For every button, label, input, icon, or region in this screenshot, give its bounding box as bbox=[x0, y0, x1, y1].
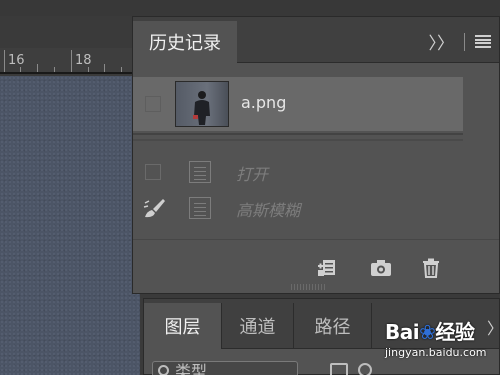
history-state-row[interactable]: 高斯模糊 bbox=[133, 191, 463, 225]
ruler-tick bbox=[104, 64, 105, 72]
history-source-checkbox[interactable] bbox=[145, 96, 161, 112]
panel-controls: 〉〉 bbox=[429, 29, 491, 54]
tab-channels[interactable]: 通道 bbox=[222, 303, 294, 349]
divider bbox=[133, 133, 463, 135]
ruler-label: 16 bbox=[8, 53, 25, 68]
horizontal-ruler[interactable]: 16 18 bbox=[0, 48, 140, 74]
camera-snapshot-icon bbox=[371, 260, 391, 276]
search-icon bbox=[158, 365, 169, 375]
ruler-tick bbox=[121, 67, 122, 72]
application-bar bbox=[0, 0, 500, 16]
adjustment-filter-icon[interactable] bbox=[358, 363, 372, 375]
document-canvas[interactable] bbox=[0, 76, 140, 375]
history-state-row[interactable]: 打开 bbox=[133, 155, 463, 189]
layer-filter-select[interactable]: 类型 bbox=[152, 361, 298, 375]
document-icon bbox=[189, 161, 211, 183]
ruler-label: 18 bbox=[75, 53, 92, 68]
photo-thumbnail bbox=[175, 81, 229, 127]
ruler-tick bbox=[20, 67, 21, 72]
panel-resize-grip[interactable] bbox=[291, 284, 325, 290]
history-source-checkbox[interactable] bbox=[145, 164, 161, 180]
trash-icon bbox=[423, 258, 439, 278]
history-brush-icon[interactable] bbox=[143, 197, 167, 219]
history-state-label: 打开 bbox=[236, 165, 269, 184]
ruler-tick bbox=[4, 50, 5, 72]
history-snapshot-row[interactable]: a.png bbox=[133, 77, 463, 131]
new-document-from-state-icon bbox=[318, 260, 335, 276]
ruler-tick bbox=[37, 64, 38, 72]
collapse-panel-button[interactable]: 〉〉 bbox=[429, 29, 455, 54]
tab-paths[interactable]: 路径 bbox=[294, 303, 372, 349]
ruler-tick bbox=[71, 50, 72, 72]
ruler-tick bbox=[54, 67, 55, 72]
history-panel-tabbar: 历史记录 〉〉 bbox=[133, 17, 499, 63]
watermark-url: jingyan.baidu.com bbox=[385, 346, 487, 359]
snapshot-name: a.png bbox=[241, 93, 287, 112]
person-figure bbox=[193, 91, 210, 125]
tab-layers[interactable]: 图层 bbox=[144, 303, 222, 349]
create-snapshot-button[interactable] bbox=[369, 256, 393, 280]
history-state-label: 高斯模糊 bbox=[236, 201, 301, 220]
hamburger-menu-icon[interactable] bbox=[475, 35, 491, 48]
layer-filter-label: 类型 bbox=[175, 362, 208, 375]
divider bbox=[133, 139, 463, 141]
document-icon bbox=[189, 197, 211, 219]
paw-icon: ❀ bbox=[419, 320, 436, 344]
watermark-logo: Bai❀经验 bbox=[385, 320, 475, 344]
ruler-tick bbox=[88, 67, 89, 72]
new-document-from-state-button[interactable] bbox=[315, 256, 339, 280]
delete-state-button[interactable] bbox=[419, 256, 443, 280]
tab-history[interactable]: 历史记录 bbox=[133, 21, 237, 63]
baidu-jingyan-watermark: Bai❀经验 jingyan.baidu.com bbox=[385, 316, 500, 375]
history-panel: 历史记录 〉〉 a.png 打开 高斯模糊 bbox=[132, 16, 500, 294]
separator bbox=[464, 32, 465, 51]
image-filter-icon[interactable] bbox=[330, 363, 348, 375]
